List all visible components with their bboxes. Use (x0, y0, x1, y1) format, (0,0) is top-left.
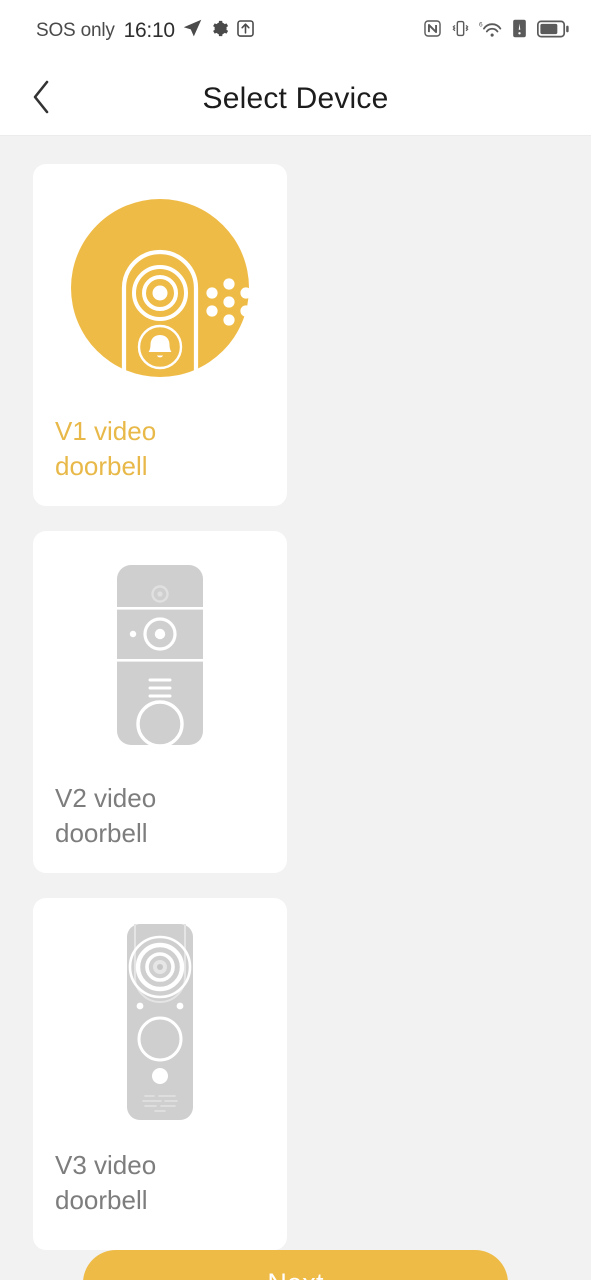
next-button[interactable]: Next (83, 1250, 508, 1280)
back-button[interactable] (18, 76, 64, 122)
status-bar-left: SOS only 16:10 (36, 18, 255, 44)
v3-doorbell-illustration (49, 916, 271, 1128)
v1-doorbell-illustration (49, 182, 271, 394)
device-grid: V1 video doorbell V2 video doorbell V3 v… (33, 164, 561, 1250)
device-card-v1-label: V1 video doorbell (55, 416, 157, 481)
device-card-v2[interactable]: V2 video doorbell (33, 531, 287, 873)
device-card-v2-label: V2 video doorbell (55, 783, 157, 848)
device-list-container: V1 video doorbell V2 video doorbell V3 v… (0, 136, 591, 1250)
clock-label: 16:10 (123, 19, 175, 42)
nfc-icon (423, 19, 442, 43)
chevron-left-icon (30, 79, 52, 118)
location-arrow-icon (182, 18, 203, 44)
upload-arrow-icon (236, 19, 255, 43)
svg-text:6: 6 (479, 21, 483, 28)
status-bar-right: 6 (423, 19, 569, 44)
battery-icon (536, 20, 569, 43)
gear-icon (210, 19, 229, 43)
carrier-label: SOS only (36, 20, 115, 41)
device-card-v3-label: V3 video doorbell (55, 1150, 157, 1215)
vibrate-icon (451, 19, 470, 43)
status-bar: SOS only 16:10 6 (0, 0, 591, 62)
v2-doorbell-illustration (49, 549, 271, 761)
phone-screen: SOS only 16:10 6 Select Device V1 video … (0, 0, 591, 1280)
wifi-6-icon: 6 (479, 19, 502, 44)
device-card-v3[interactable]: V3 video doorbell (33, 898, 287, 1250)
alert-icon (511, 19, 528, 43)
footer-actions: Next (0, 1250, 591, 1280)
app-header: Select Device (0, 62, 591, 136)
page-title: Select Device (202, 81, 389, 115)
device-card-v1[interactable]: V1 video doorbell (33, 164, 287, 506)
